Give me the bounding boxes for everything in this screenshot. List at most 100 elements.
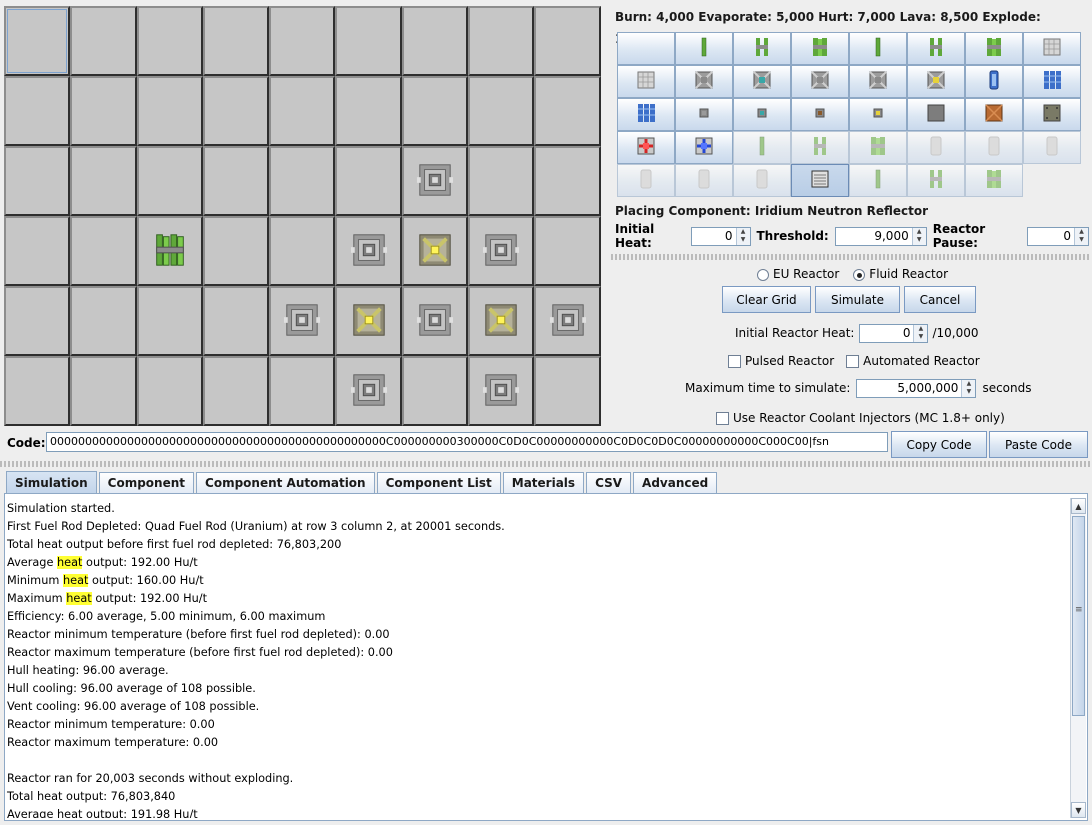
palette-button-reflector-block[interactable] bbox=[907, 98, 965, 131]
palette-button-cell-dim[interactable] bbox=[617, 164, 675, 197]
reactor-cell[interactable] bbox=[4, 286, 71, 356]
reactor-cell[interactable] bbox=[269, 216, 336, 286]
tab-advanced[interactable]: Advanced bbox=[633, 472, 718, 493]
reactor-cell[interactable] bbox=[269, 6, 336, 76]
palette-button-heating-cell-red[interactable] bbox=[617, 131, 675, 164]
max-time-input[interactable] bbox=[857, 379, 962, 397]
reactor-cell[interactable] bbox=[136, 6, 203, 76]
palette-button-iridium-reflector[interactable] bbox=[791, 164, 849, 197]
palette-button-plating[interactable] bbox=[1023, 32, 1081, 65]
panel-divider[interactable] bbox=[611, 254, 1089, 260]
reactor-cell[interactable] bbox=[335, 76, 402, 146]
reactor-cell[interactable] bbox=[136, 146, 203, 216]
reactor-cell[interactable] bbox=[70, 356, 137, 426]
reactor-cell[interactable] bbox=[4, 6, 71, 76]
initial-heat-spinner[interactable]: ▲▼ bbox=[690, 226, 751, 246]
reactor-cell[interactable] bbox=[335, 216, 402, 286]
reactor-pause-input[interactable] bbox=[1028, 227, 1074, 245]
reactor-cell[interactable] bbox=[401, 146, 469, 216]
paste-code-button[interactable]: Paste Code bbox=[989, 431, 1088, 458]
reactor-cell[interactable] bbox=[202, 76, 270, 146]
palette-button-quad-rod-dim[interactable] bbox=[965, 164, 1023, 197]
spinner-down-icon[interactable]: ▼ bbox=[962, 388, 976, 397]
palette-button-dual-rod-dim[interactable] bbox=[791, 131, 849, 164]
reactor-cell[interactable] bbox=[468, 6, 535, 76]
palette-button-quad-rod[interactable] bbox=[791, 32, 849, 65]
reactor-cell[interactable] bbox=[70, 76, 137, 146]
clear-grid-button[interactable]: Clear Grid bbox=[722, 286, 811, 313]
split-divider[interactable] bbox=[0, 461, 1092, 467]
spinner-up-icon[interactable]: ▲ bbox=[1075, 227, 1088, 236]
reactor-cell[interactable] bbox=[202, 356, 270, 426]
max-time-spinner[interactable]: ▲▼ bbox=[856, 378, 977, 398]
palette-button-thick-reflector[interactable] bbox=[965, 98, 1023, 131]
pulsed-reactor-checkbox[interactable]: Pulsed Reactor bbox=[728, 354, 834, 368]
palette-button-coolant-cell-hex[interactable] bbox=[1023, 65, 1081, 98]
reactor-cell[interactable] bbox=[269, 286, 336, 356]
reactor-cell[interactable] bbox=[468, 76, 535, 146]
initial-heat-input[interactable] bbox=[691, 227, 736, 245]
reactor-cell[interactable] bbox=[202, 286, 270, 356]
tab-materials[interactable]: Materials bbox=[502, 472, 585, 493]
reactor-cell[interactable] bbox=[70, 216, 137, 286]
threshold-input[interactable] bbox=[835, 227, 912, 245]
palette-button-comp-exchanger[interactable] bbox=[791, 98, 849, 131]
tab-component-list[interactable]: Component List bbox=[376, 472, 501, 493]
palette-button-overclocked-vent[interactable] bbox=[907, 65, 965, 98]
reactor-cell[interactable] bbox=[335, 146, 402, 216]
reactor-cell[interactable] bbox=[4, 356, 71, 426]
spinner-down-icon[interactable]: ▼ bbox=[736, 236, 750, 245]
palette-button-cell-dim2[interactable] bbox=[965, 131, 1023, 164]
reactor-cell[interactable] bbox=[4, 146, 71, 216]
code-field[interactable]: 0000000000000000000000000000000000000000… bbox=[46, 432, 888, 452]
reactor-cell[interactable] bbox=[136, 356, 203, 426]
scroll-up-icon[interactable]: ▲ bbox=[1071, 498, 1086, 514]
reactor-cell[interactable] bbox=[534, 6, 601, 76]
reactor-cell[interactable] bbox=[401, 216, 469, 286]
tab-component[interactable]: Component bbox=[98, 472, 195, 493]
reactor-cell[interactable] bbox=[401, 76, 469, 146]
palette-button-rod[interactable] bbox=[849, 32, 907, 65]
reactor-cell[interactable] bbox=[136, 286, 203, 356]
spinner-up-icon[interactable]: ▲ bbox=[914, 324, 928, 333]
reactor-cell[interactable] bbox=[269, 146, 336, 216]
reactor-cell[interactable] bbox=[401, 286, 469, 356]
palette-button-quad-rod[interactable] bbox=[965, 32, 1023, 65]
tab-simulation[interactable]: Simulation bbox=[6, 471, 97, 494]
spinner-up-icon[interactable]: ▲ bbox=[736, 227, 750, 236]
coolant-injectors-checkbox[interactable]: Use Reactor Coolant Injectors (MC 1.8+ o… bbox=[716, 411, 1005, 425]
reactor-cell[interactable] bbox=[335, 6, 402, 76]
simulation-log[interactable]: Simulation started. First Fuel Rod Deple… bbox=[6, 500, 1070, 818]
reactor-cell[interactable] bbox=[468, 356, 535, 426]
palette-button-cell-dim2[interactable] bbox=[675, 164, 733, 197]
palette-button-rod-dim[interactable] bbox=[733, 131, 791, 164]
reactor-cell[interactable] bbox=[401, 6, 469, 76]
spinner-up-icon[interactable]: ▲ bbox=[962, 379, 976, 388]
initial-reactor-heat-input[interactable] bbox=[860, 324, 914, 342]
tab-component-automation[interactable]: Component Automation bbox=[196, 472, 375, 493]
palette-button-cell-dim[interactable] bbox=[907, 131, 965, 164]
palette-button-rod-dim[interactable] bbox=[849, 164, 907, 197]
reactor-cell[interactable] bbox=[70, 146, 137, 216]
spinner-down-icon[interactable]: ▼ bbox=[914, 333, 928, 342]
scroll-down-icon[interactable]: ▼ bbox=[1071, 802, 1086, 818]
reactor-cell[interactable] bbox=[468, 216, 535, 286]
reactor-cell[interactable] bbox=[468, 286, 535, 356]
palette-button-cell-dim3[interactable] bbox=[1023, 131, 1081, 164]
palette-button-adv-vent[interactable] bbox=[849, 65, 907, 98]
palette-button-plating[interactable] bbox=[617, 65, 675, 98]
copy-code-button[interactable]: Copy Code bbox=[891, 431, 987, 458]
simulate-button[interactable]: Simulate bbox=[815, 286, 900, 313]
spinner-down-icon[interactable]: ▼ bbox=[1075, 236, 1088, 245]
reactor-cell[interactable] bbox=[4, 76, 71, 146]
palette-button-reactor-vent[interactable] bbox=[791, 65, 849, 98]
reactor-cell[interactable] bbox=[202, 146, 270, 216]
reactor-cell[interactable] bbox=[534, 146, 601, 216]
initial-reactor-heat-spinner[interactable]: ▲▼ bbox=[859, 323, 929, 343]
reactor-cell[interactable] bbox=[534, 216, 601, 286]
palette-button-adv-exchanger[interactable] bbox=[849, 98, 907, 131]
palette-button-coolant-cell-hex[interactable] bbox=[617, 98, 675, 131]
tab-csv[interactable]: CSV bbox=[586, 472, 632, 493]
palette-button-condensator-blue[interactable] bbox=[675, 131, 733, 164]
palette-button-dual-rod-dim[interactable] bbox=[907, 164, 965, 197]
